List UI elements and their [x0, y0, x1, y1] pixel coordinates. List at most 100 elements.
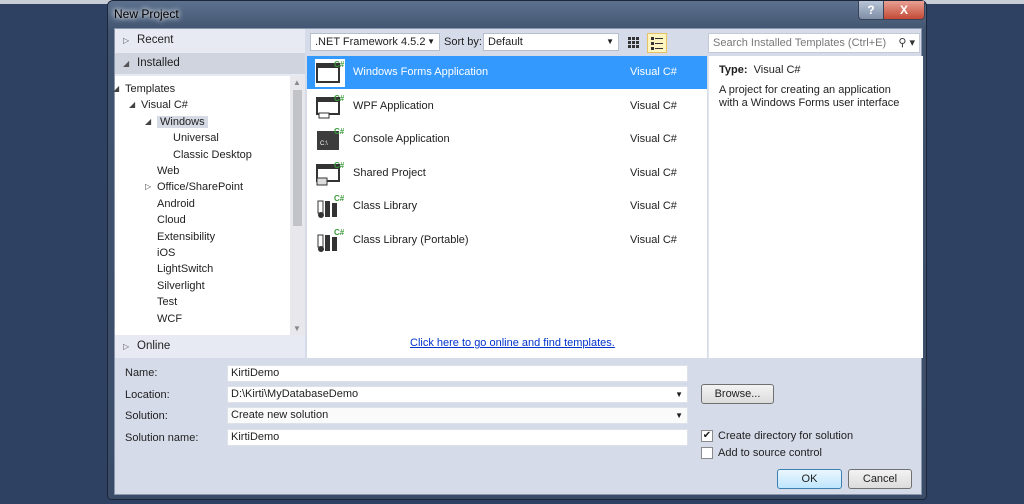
- small-icons-view-icon[interactable]: [626, 35, 642, 51]
- help-button[interactable]: ?: [858, 1, 884, 20]
- template-item[interactable]: C# Class Library Visual C#: [307, 190, 707, 223]
- collapse-icon[interactable]: ◢: [113, 81, 119, 97]
- tree-item[interactable]: WCF: [157, 311, 182, 327]
- browse-button[interactable]: Browse...: [701, 384, 774, 404]
- tree-item[interactable]: iOS: [157, 245, 175, 261]
- tree-item[interactable]: ▷ Office/SharePoint: [145, 179, 244, 195]
- svg-text:C#: C#: [334, 161, 345, 170]
- tree-item[interactable]: ◢ Windows: [145, 114, 208, 130]
- framework-select[interactable]: .NET Framework 4.5.2 ▼: [310, 33, 440, 51]
- template-language: Visual C#: [630, 99, 677, 112]
- collapse-icon[interactable]: ◢: [129, 97, 135, 113]
- svg-text:C#: C#: [334, 228, 345, 237]
- category-pane: ▷ Recent ◢ Installed ◢ Templates ◢ Visual C# ◢…: [113, 29, 305, 358]
- recent-label: Recent: [137, 34, 174, 46]
- expand-icon: ▷: [123, 342, 130, 351]
- template-language: Visual C#: [630, 233, 677, 246]
- checkbox-box[interactable]: [701, 447, 713, 459]
- installed-label: Installed: [137, 57, 180, 69]
- library-icon: C#: [317, 228, 345, 252]
- template-language: Visual C#: [630, 66, 677, 78]
- tree-item-label: Web: [157, 165, 180, 177]
- online-templates-link[interactable]: Click here to go online and find templat…: [410, 337, 615, 349]
- solution-name-value: KirtiDemo: [231, 431, 280, 443]
- name-input[interactable]: KirtiDemo: [227, 365, 688, 382]
- tree-item-label: WCF: [157, 312, 183, 325]
- tree-item-label: Universal: [173, 132, 219, 145]
- recent-section[interactable]: ▷ Recent: [115, 30, 305, 51]
- tree-item[interactable]: Extensibility: [157, 229, 215, 245]
- list-view-icon[interactable]: [647, 33, 667, 53]
- template-item[interactable]: C# Windows Forms Application Visual C#: [307, 56, 707, 89]
- template-name: Class Library (Portable): [353, 233, 469, 246]
- scroll-thumb[interactable]: [293, 90, 302, 226]
- svg-text:C#: C#: [334, 94, 345, 103]
- tree-item[interactable]: Web: [157, 163, 179, 179]
- scroll-down-icon[interactable]: ▼: [293, 324, 301, 333]
- expand-icon[interactable]: ▷: [145, 179, 151, 195]
- template-list: Click here to go online and find templat…: [307, 56, 707, 358]
- tree-item[interactable]: ◢ Visual C#: [129, 97, 188, 113]
- template-name: WPF Application: [353, 99, 434, 112]
- cancel-button[interactable]: Cancel: [848, 469, 912, 489]
- chevron-down-icon: ▼: [606, 37, 614, 46]
- template-name: Shared Project: [353, 166, 426, 179]
- ok-button[interactable]: OK: [777, 469, 842, 489]
- tree-item[interactable]: Cloud: [157, 212, 186, 228]
- online-section[interactable]: ▷ Online: [115, 336, 305, 357]
- dialog-title: New Project: [114, 7, 179, 21]
- svg-text:C#: C#: [334, 127, 345, 136]
- solution-value: Create new solution: [231, 409, 329, 421]
- tree-item-label: Cloud: [157, 214, 186, 227]
- svg-text:C#: C#: [334, 194, 345, 203]
- new-project-dialog: New Project ? X ▷ Recent ◢ Installed ◢ Temp…: [107, 0, 927, 500]
- search-placeholder: Search Installed Templates (Ctrl+E): [713, 37, 887, 49]
- template-item[interactable]: C# Class Library (Portable) Visual C#: [307, 224, 707, 257]
- template-name: Class Library: [353, 200, 418, 212]
- tree-item-label: Windows: [157, 115, 208, 128]
- search-icon[interactable]: ⚲ ▾: [898, 34, 915, 52]
- template-item[interactable]: C# Shared Project Visual C#: [307, 157, 707, 190]
- tree-item-label: Extensibility: [157, 230, 216, 243]
- template-item[interactable]: C:\ C# Console Application Visual C#: [307, 123, 707, 156]
- solution-name-input[interactable]: KirtiDemo: [227, 429, 688, 446]
- tree-scrollbar[interactable]: ▲ ▼: [290, 76, 305, 335]
- library-icon: C#: [317, 194, 345, 218]
- search-input[interactable]: Search Installed Templates (Ctrl+E) ⚲ ▾: [708, 33, 920, 53]
- tree-item[interactable]: LightSwitch: [157, 261, 213, 277]
- solution-select[interactable]: Create new solution ▼: [227, 407, 688, 424]
- create-directory-checkbox[interactable]: ✔ Create directory for solution: [701, 430, 853, 444]
- installed-section[interactable]: ◢ Installed: [115, 53, 305, 74]
- tree-item[interactable]: Universal: [173, 130, 219, 146]
- toolbar: .NET Framework 4.5.2 ▼ Sort by: Default ▼: [310, 33, 710, 53]
- template-item[interactable]: C# WPF Application Visual C#: [307, 90, 707, 123]
- tree-item[interactable]: Classic Desktop: [173, 147, 252, 163]
- type-label: Type:: [719, 64, 748, 76]
- project-form: Name: KirtiDemo Location: D:\Kirti\MyDat…: [115, 358, 923, 496]
- online-label: Online: [137, 340, 171, 352]
- source-control-checkbox[interactable]: Add to source control: [701, 447, 822, 461]
- template-name: Console Application: [353, 133, 450, 145]
- shared-icon: C#: [316, 161, 345, 185]
- tree-item-label: LightSwitch: [157, 263, 214, 276]
- tree-item[interactable]: Silverlight: [157, 278, 205, 294]
- scroll-up-icon[interactable]: ▲: [293, 78, 301, 87]
- chevron-down-icon: ▼: [427, 37, 435, 46]
- source-control-label: Add to source control: [718, 447, 822, 459]
- location-combo[interactable]: D:\Kirti\MyDatabaseDemo ▼: [227, 386, 688, 403]
- template-tree: ◢ Templates ◢ Visual C# ◢ Windows Universal Cla…: [113, 76, 290, 335]
- tree-item-label: Office/SharePoint: [157, 181, 244, 194]
- tree-item[interactable]: Test: [157, 294, 177, 310]
- location-value: D:\Kirti\MyDatabaseDemo: [231, 388, 359, 400]
- sort-select[interactable]: Default ▼: [483, 33, 619, 51]
- template-language: Visual C#: [630, 166, 677, 179]
- name-label: Name:: [125, 367, 158, 379]
- tree-item[interactable]: ◢ Templates: [113, 81, 175, 97]
- close-button[interactable]: X: [883, 1, 925, 20]
- checkbox-box[interactable]: ✔: [701, 430, 713, 442]
- tree-item-label: Visual C#: [141, 99, 188, 112]
- solution-name-label: Solution name:: [125, 432, 199, 444]
- tree-item[interactable]: Android: [157, 196, 195, 212]
- winforms-icon: C#: [315, 59, 345, 87]
- collapse-icon[interactable]: ◢: [145, 114, 151, 130]
